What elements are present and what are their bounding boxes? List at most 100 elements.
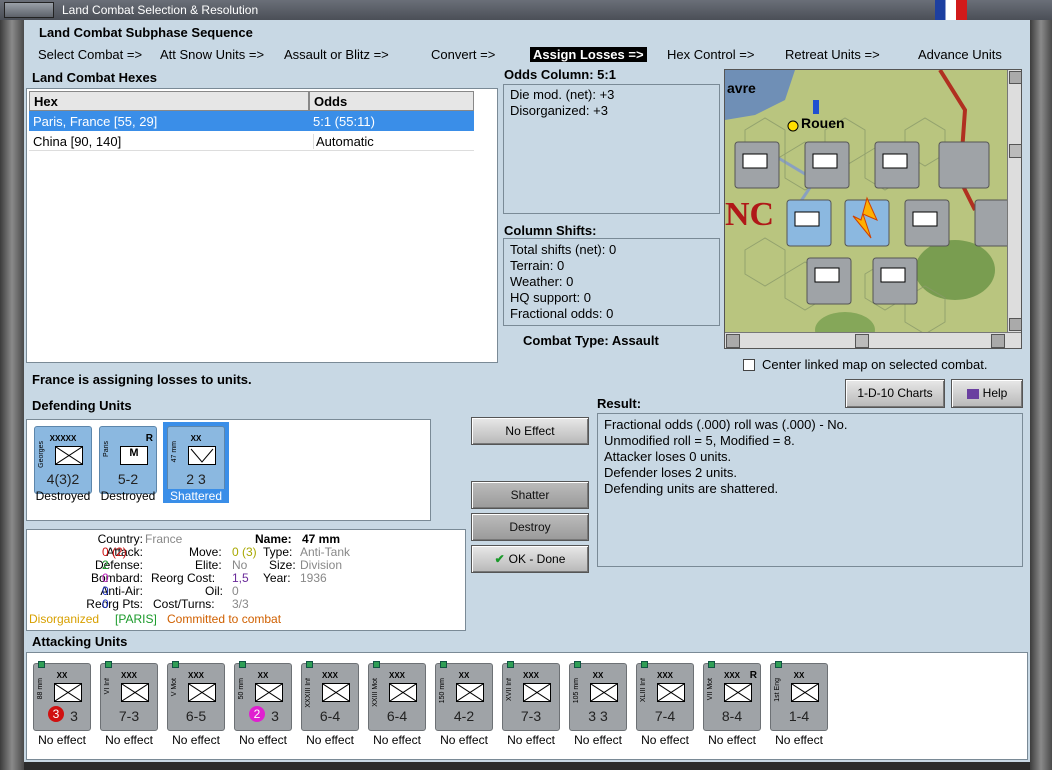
info-status: Committed to combat <box>167 612 282 626</box>
unit-values: 4-2 <box>453 708 475 724</box>
info-label: Move: <box>189 545 222 559</box>
scroll-left-icon[interactable] <box>726 334 740 348</box>
scroll-thumb[interactable] <box>1009 144 1021 158</box>
defender-unit-paris[interactable]: Paris R M 5-2 <box>99 426 157 494</box>
unit-values: 3 <box>271 708 279 724</box>
phase-step-advance: Advance Units <box>918 47 1002 62</box>
unit-symbol-icon <box>791 683 819 702</box>
unit-label: Georges <box>38 441 45 468</box>
destroy-button[interactable]: Destroy <box>471 513 589 541</box>
phase-step-hex-control: Hex Control => <box>667 47 755 62</box>
attacker-unit[interactable]: XXX VI Inf 7-3 <box>100 661 158 731</box>
hex-row-china[interactable]: China [90, 140] Automatic <box>29 131 474 151</box>
checkmark-icon: ✔ <box>494 552 505 566</box>
scroll-up-icon[interactable] <box>1009 71 1021 84</box>
infantry-symbol-icon <box>55 446 83 465</box>
hexes-list[interactable]: Hex Odds Paris, France [55, 29] 5:1 (55:… <box>26 88 498 363</box>
unit-values: 7-3 <box>520 708 542 724</box>
attacker-unit[interactable]: XXX V Mot 6-5 <box>167 661 225 731</box>
phase-step-convert: Convert => <box>431 47 496 62</box>
unit-label: 50 mm <box>238 678 245 700</box>
unit-marker-icon <box>306 661 313 668</box>
info-label: Elite: <box>195 558 222 572</box>
attacker-status: No effect <box>239 733 287 747</box>
attacker-unit[interactable]: XX 1st Eng 1-4 <box>770 661 828 731</box>
unit-marker-icon <box>239 661 246 668</box>
info-value: 0 <box>102 597 109 611</box>
unit-values: 5-2 <box>117 471 139 487</box>
odds-column-header[interactable]: Odds <box>309 91 474 111</box>
hex-column-header[interactable]: Hex <box>29 91 309 111</box>
shifts-panel: Total shifts (net): 0 Terrain: 0 Weather… <box>503 238 720 326</box>
attacker-unit[interactable]: XX 150 mm 4-2 <box>435 661 493 731</box>
scroll-down-icon[interactable] <box>1009 318 1021 331</box>
scroll-thumb[interactable] <box>855 334 869 348</box>
unit-symbol-icon <box>456 683 484 702</box>
help-button[interactable]: Help <box>951 379 1023 408</box>
map-vertical-scrollbar[interactable] <box>1007 70 1021 332</box>
odds-line: Die mod. (net): +3 <box>510 87 615 102</box>
defender-status: Shattered <box>163 489 229 503</box>
info-status: [PARIS] <box>115 612 157 626</box>
info-label: Name: <box>255 532 292 546</box>
unit-values: 8-4 <box>721 708 743 724</box>
result-line: Defender loses 2 units. <box>604 465 737 480</box>
unit-marker-icon <box>105 661 112 668</box>
attacker-unit[interactable]: XXX VII Mot R 8-4 <box>703 661 761 731</box>
unit-values: 3 3 <box>588 708 608 724</box>
ok-done-button[interactable]: ✔ OK - Done <box>471 545 589 573</box>
hex-row-paris[interactable]: Paris, France [55, 29] 5:1 (55:11) <box>29 111 474 131</box>
info-label: Size: <box>269 558 296 572</box>
shift-line: Weather: 0 <box>510 274 574 289</box>
map-city-label: Rouen <box>801 115 845 131</box>
unit-marker-icon <box>38 661 45 668</box>
info-value: 0 <box>232 584 239 598</box>
scroll-right-icon[interactable] <box>991 334 1005 348</box>
attacker-status: No effect <box>775 733 823 747</box>
unit-values: 4(3)2 <box>46 471 80 487</box>
hex-cell: Paris, France [55, 29] <box>33 114 158 129</box>
shifts-heading: Column Shifts: <box>504 223 597 238</box>
info-value: 3/3 <box>232 597 249 611</box>
unit-values: 1-4 <box>788 708 810 724</box>
unit-symbol-icon <box>389 683 417 702</box>
unit-label: XLIII Inf <box>640 678 647 703</box>
attacker-unit[interactable]: XX 105 mm 3 3 <box>569 661 627 731</box>
unit-symbol-icon <box>590 683 618 702</box>
charts-button[interactable]: 1-D-10 Charts <box>845 379 945 408</box>
ok-label: OK - Done <box>508 552 566 566</box>
unit-values: 2 3 <box>186 471 206 487</box>
attacker-status: No effect <box>440 733 488 747</box>
defender-unit-georges[interactable]: XXXXX Georges 4(3)2 <box>34 426 92 494</box>
map-terrain: NC <box>725 70 1021 348</box>
map-horizontal-scrollbar[interactable] <box>725 332 1021 348</box>
system-menu-button[interactable] <box>4 2 54 18</box>
info-label: Reorg Pts: <box>86 597 143 611</box>
odds-heading: Odds Column: 5:1 <box>504 67 616 82</box>
attacker-status: No effect <box>574 733 622 747</box>
unit-label: 47 mm <box>171 441 178 463</box>
unit-symbol-text: M <box>129 447 139 459</box>
attacker-status: No effect <box>306 733 354 747</box>
no-effect-button[interactable]: No Effect <box>471 417 589 445</box>
linked-map[interactable]: NC avre Rouen <box>724 69 1022 349</box>
attacker-status: No effect <box>373 733 421 747</box>
shift-line: HQ support: 0 <box>510 290 591 305</box>
attacker-unit[interactable]: XXX XLIII Inf 7-4 <box>636 661 694 731</box>
unit-symbol-icon <box>657 683 685 702</box>
unit-symbol-icon <box>54 683 82 702</box>
shatter-button[interactable]: Shatter <box>471 481 589 509</box>
center-map-checkbox[interactable] <box>743 359 755 371</box>
attacker-unit[interactable]: XXX XVII Inf 7-3 <box>502 661 560 731</box>
info-label: Year: <box>263 571 291 585</box>
main-window: Land Combat Subphase Sequence Select Com… <box>24 20 1030 762</box>
unit-values: 6-4 <box>319 708 341 724</box>
attacker-unit[interactable]: XXX XXIII Mot 6-4 <box>368 661 426 731</box>
attacker-unit[interactable]: XX 88 mm 3 3 <box>33 661 91 731</box>
combat-type: Combat Type: Assault <box>523 333 659 348</box>
attacker-unit[interactable]: XXX XXXIII Inf 6-4 <box>301 661 359 731</box>
odds-line: Disorganized: +3 <box>510 103 608 118</box>
defender-unit-47mm[interactable]: XX 47 mm 2 3 <box>167 426 225 494</box>
attacker-unit[interactable]: XX 50 mm 2 3 <box>234 661 292 731</box>
frame-left <box>0 20 24 770</box>
